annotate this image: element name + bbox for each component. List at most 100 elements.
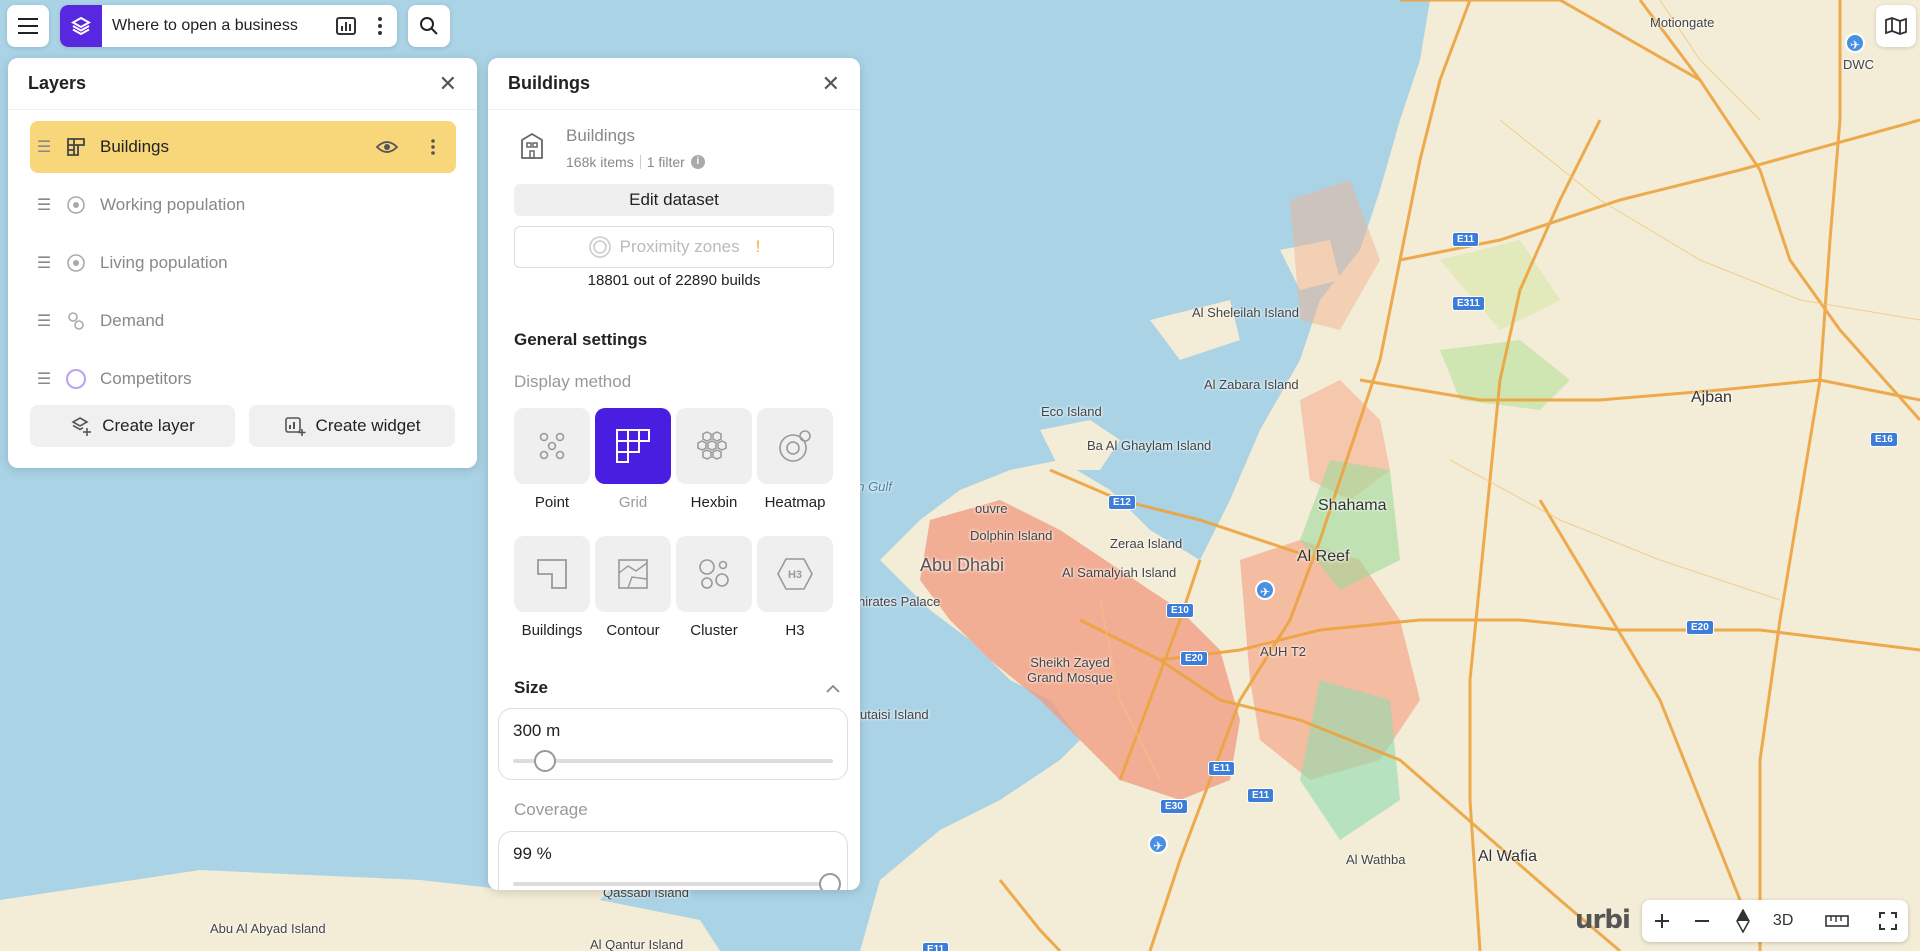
layer-item-buildings[interactable]: ☰ Buildings (30, 121, 456, 173)
method-h3[interactable]: H3 H3 (757, 536, 833, 639)
map-label: Al Zabara Island (1204, 377, 1299, 392)
create-widget-button[interactable]: Create widget (249, 405, 455, 447)
more-options-button[interactable] (363, 5, 397, 47)
edit-dataset-button[interactable]: Edit dataset (514, 184, 834, 216)
layers-toggle-button[interactable] (60, 5, 102, 47)
building-shape-icon (537, 559, 567, 589)
drag-handle-icon[interactable]: ☰ (30, 195, 58, 215)
highway-shield: E12 (1108, 495, 1136, 510)
toggle-3d-button[interactable]: 3D (1763, 900, 1803, 942)
layer-menu-button[interactable] (410, 139, 456, 155)
method-label: Point (534, 494, 570, 511)
menu-button[interactable] (7, 5, 49, 47)
items-count: 168k items (566, 154, 634, 170)
search-icon (420, 17, 438, 35)
size-slider-box: 300 m (498, 708, 848, 780)
chevron-up-icon[interactable] (826, 680, 840, 696)
project-title: Where to open a business (112, 17, 298, 34)
warning-icon: ! (755, 237, 761, 256)
contour-icon (618, 559, 648, 589)
drag-handle-icon[interactable]: ☰ (30, 137, 58, 157)
close-icon[interactable]: ✕ (822, 72, 840, 95)
map-label: Abu Dhabi (920, 555, 1005, 575)
fullscreen-icon (1878, 912, 1897, 930)
method-buildings[interactable]: Buildings (514, 536, 590, 639)
method-cluster[interactable]: Cluster (676, 536, 752, 639)
filter-count[interactable]: 1 filter (647, 154, 685, 170)
dataset-meta: 168k items 1 filter i (566, 154, 705, 170)
method-heatmap[interactable]: Heatmap (757, 408, 833, 511)
layer-item-living-population[interactable]: ☰ Living population (30, 237, 456, 289)
svg-text:H3: H3 (788, 569, 802, 581)
method-grid[interactable]: Grid (595, 408, 671, 511)
more-vertical-icon (431, 139, 435, 155)
layers-panel-header: Layers ✕ (8, 58, 477, 110)
airport-icon[interactable]: ✈ (1255, 580, 1275, 600)
size-slider-track[interactable] (513, 750, 833, 772)
airport-icon[interactable]: ✈ (1148, 834, 1168, 854)
create-widget-label: Create widget (315, 416, 421, 435)
map-style-button[interactable] (1876, 5, 1916, 47)
highway-shield: E30 (1160, 799, 1188, 814)
heatmap-icon (58, 195, 94, 215)
method-label: Heatmap (764, 494, 826, 511)
drag-handle-icon[interactable]: ☰ (30, 369, 58, 389)
dashboard-button[interactable] (329, 5, 363, 47)
highway-shield: E20 (1180, 651, 1208, 666)
method-hexbin[interactable]: Hexbin (676, 408, 752, 511)
search-button[interactable] (408, 5, 450, 47)
more-vertical-icon (378, 17, 382, 35)
close-icon[interactable]: ✕ (439, 72, 457, 95)
create-layer-label: Create layer (102, 416, 195, 435)
layers-panel-title: Layers (28, 73, 87, 93)
method-point[interactable]: Point (514, 408, 590, 511)
coverage-value[interactable]: 99 % (513, 844, 552, 864)
visibility-toggle[interactable] (364, 140, 410, 154)
map-label: utaisi Island (860, 707, 929, 722)
create-layer-button[interactable]: Create layer (30, 405, 235, 447)
fullscreen-button[interactable] (1868, 900, 1908, 942)
grid-icon (616, 429, 650, 463)
point-icon (539, 432, 565, 460)
layers-icon (70, 16, 92, 36)
layer-item-demand[interactable]: ☰ Demand (30, 295, 456, 347)
map-label: DWC (1843, 57, 1875, 72)
map-label: AUH T2 (1260, 644, 1306, 659)
info-icon[interactable]: i (690, 155, 705, 169)
highway-shield: E11 (1452, 232, 1480, 247)
coverage-slider-track[interactable] (513, 873, 841, 890)
map-label: Al Qantur Island (590, 937, 684, 951)
coverage-slider-thumb[interactable] (818, 873, 841, 890)
proximity-zones-button[interactable]: Proximity zones ! (514, 226, 834, 268)
size-value[interactable]: 300 m (513, 721, 560, 741)
compass-button[interactable] (1723, 900, 1763, 942)
highway-shield: E11 (922, 942, 950, 951)
drag-handle-icon[interactable]: ☰ (30, 311, 58, 331)
layer-item-working-population[interactable]: ☰ Working population (30, 179, 456, 231)
map-controls: 3D (1642, 900, 1908, 942)
method-contour[interactable]: Contour (595, 536, 671, 639)
minus-icon (1695, 920, 1710, 922)
layer-name: Working population (100, 195, 246, 214)
method-label: Grid (618, 494, 648, 511)
map-label: Al Samalyiah Island (1062, 565, 1177, 580)
heatmap-icon (779, 430, 811, 462)
method-label: Hexbin (690, 494, 738, 511)
airport-icon[interactable]: ✈ (1845, 33, 1865, 53)
highway-shield: E16 (1870, 432, 1898, 447)
ruler-button[interactable] (1817, 900, 1857, 942)
drag-handle-icon[interactable]: ☰ (30, 253, 58, 273)
size-slider-thumb[interactable] (534, 750, 556, 772)
layer-name: Buildings (100, 137, 169, 156)
map-label: Sheikh Zayed Grand Mosque (1027, 655, 1113, 685)
project-title-bar[interactable]: Where to open a business (60, 5, 397, 47)
layer-item-competitors[interactable]: ☰ Competitors (30, 353, 456, 405)
highway-shield: E10 (1166, 603, 1194, 618)
coverage-label: Coverage (514, 800, 588, 819)
zoom-in-button[interactable] (1642, 900, 1682, 942)
map-label: Abu Al Abyad Island (210, 921, 326, 936)
proximity-label: Proximity zones (619, 237, 740, 256)
h3-icon: H3 (777, 558, 813, 590)
zoom-out-button[interactable] (1682, 900, 1722, 942)
map-label: Al Wafia (1478, 848, 1537, 865)
